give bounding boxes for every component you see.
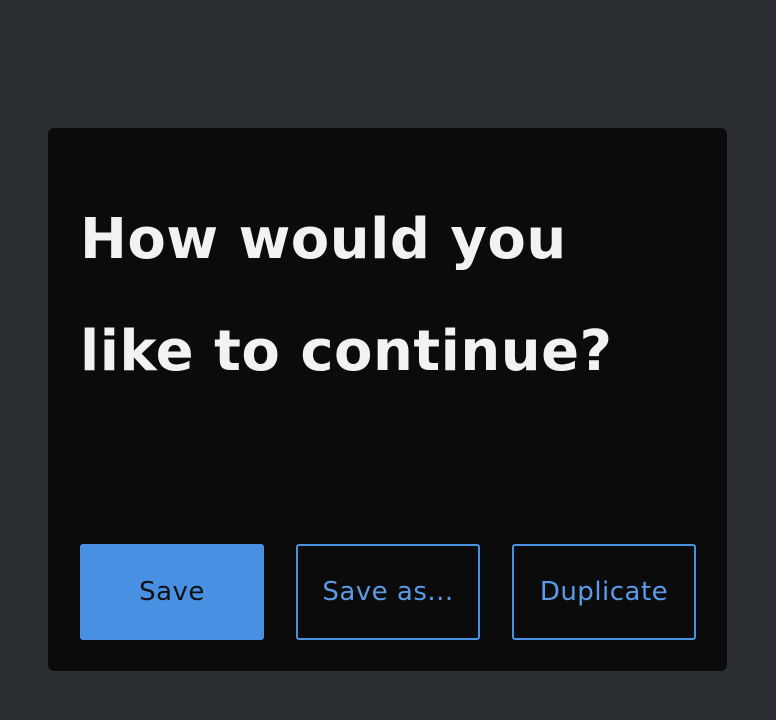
dialog-title-line-1: How would you bbox=[80, 207, 567, 272]
dialog-title: How would you like to continue? bbox=[80, 184, 680, 408]
save-button[interactable]: Save bbox=[80, 544, 264, 640]
save-as-button[interactable]: Save as... bbox=[296, 544, 480, 640]
continue-dialog: How would you like to continue? Save Sav… bbox=[48, 128, 727, 671]
dialog-title-line-2: like to continue? bbox=[80, 319, 613, 384]
dialog-actions: Save Save as... Duplicate bbox=[80, 544, 696, 640]
duplicate-button[interactable]: Duplicate bbox=[512, 544, 696, 640]
